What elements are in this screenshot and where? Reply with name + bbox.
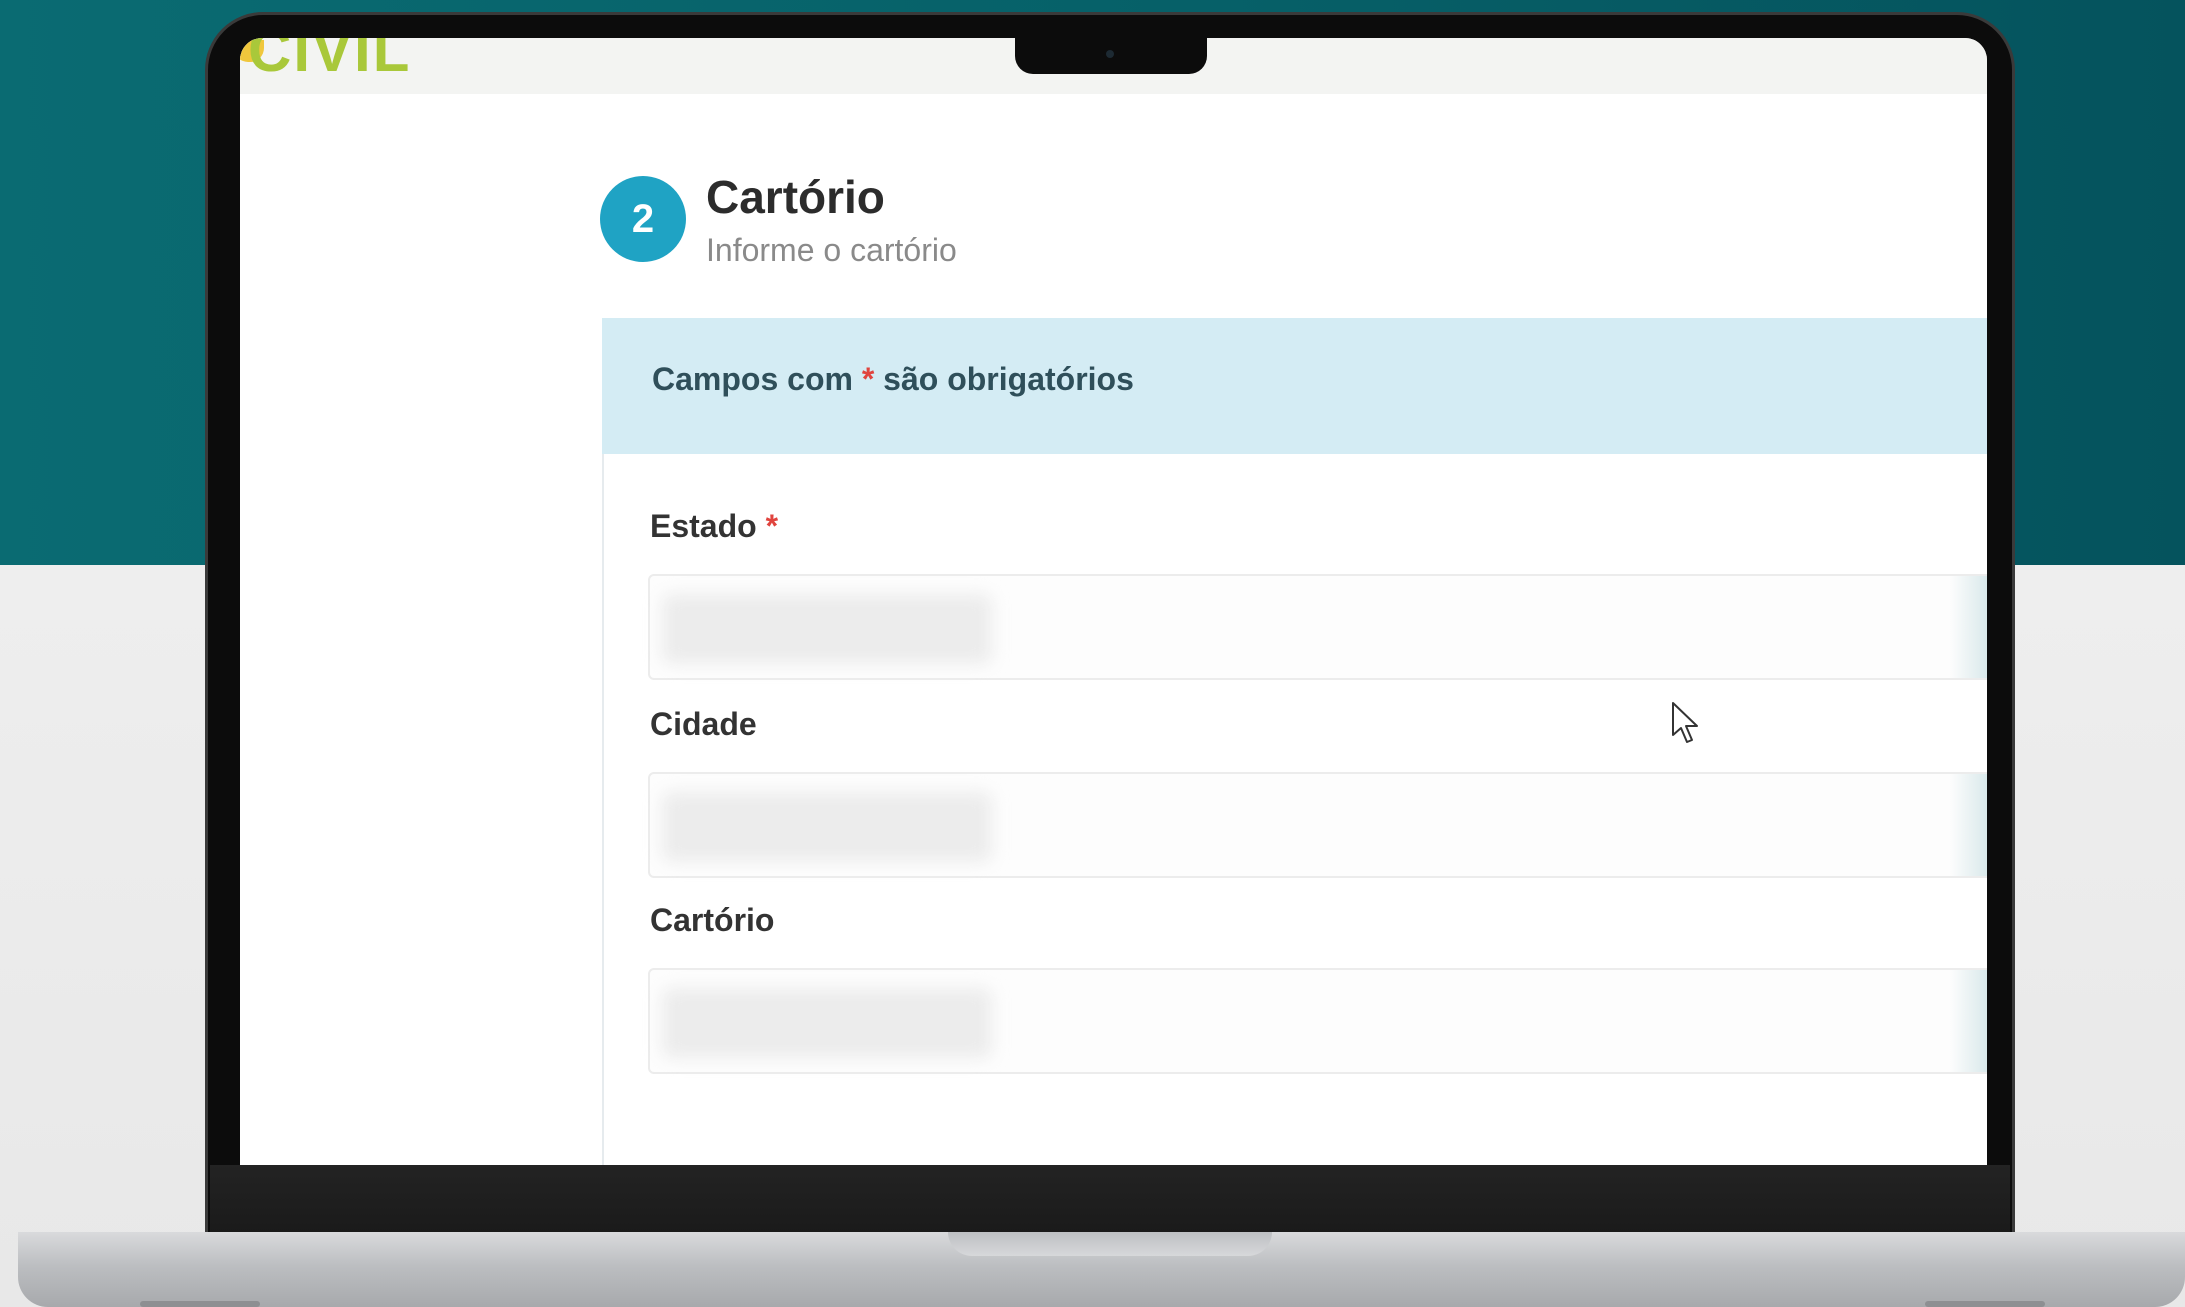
camera-icon	[1106, 50, 1114, 58]
required-asterisk: *	[861, 361, 875, 397]
laptop-screen: CIVIL 2 Cartório Informe o cartório Camp…	[240, 38, 1987, 1165]
cartorio-select-addon[interactable]	[1950, 970, 1987, 1072]
cartorio-label: Cartório	[650, 902, 775, 938]
cartorio-select[interactable]	[648, 968, 1987, 1074]
notice-suffix: são obrigatórios	[874, 361, 1134, 397]
estado-value-blurred	[662, 594, 992, 664]
cidade-select-addon[interactable]	[1950, 774, 1987, 876]
required-fields-notice-text: Campos com * são obrigatórios	[652, 361, 1134, 398]
laptop-bezel-bottom	[210, 1165, 2010, 1235]
estado-select-addon[interactable]	[1950, 576, 1987, 678]
laptop-foot-right	[1925, 1301, 2045, 1307]
laptop-opening-lip	[948, 1232, 1272, 1256]
cidade-select[interactable]	[648, 772, 1987, 878]
laptop-foot-left	[140, 1301, 260, 1307]
step-title: Cartório	[706, 171, 885, 223]
site-logo[interactable]: CIVIL	[248, 38, 411, 85]
cidade-label: Cidade	[650, 706, 757, 742]
notice-prefix: Campos com	[652, 361, 862, 397]
cidade-value-blurred	[662, 792, 992, 862]
estado-required-mark: *	[765, 508, 779, 544]
step-number-badge: 2	[600, 176, 686, 262]
mouse-pointer-icon	[1672, 702, 1698, 743]
step-subtitle: Informe o cartório	[706, 232, 957, 268]
estado-label: Estado *	[650, 508, 778, 545]
cartorio-value-blurred	[662, 988, 992, 1058]
estado-label-text: Estado	[650, 508, 757, 544]
estado-select[interactable]	[648, 574, 1987, 680]
